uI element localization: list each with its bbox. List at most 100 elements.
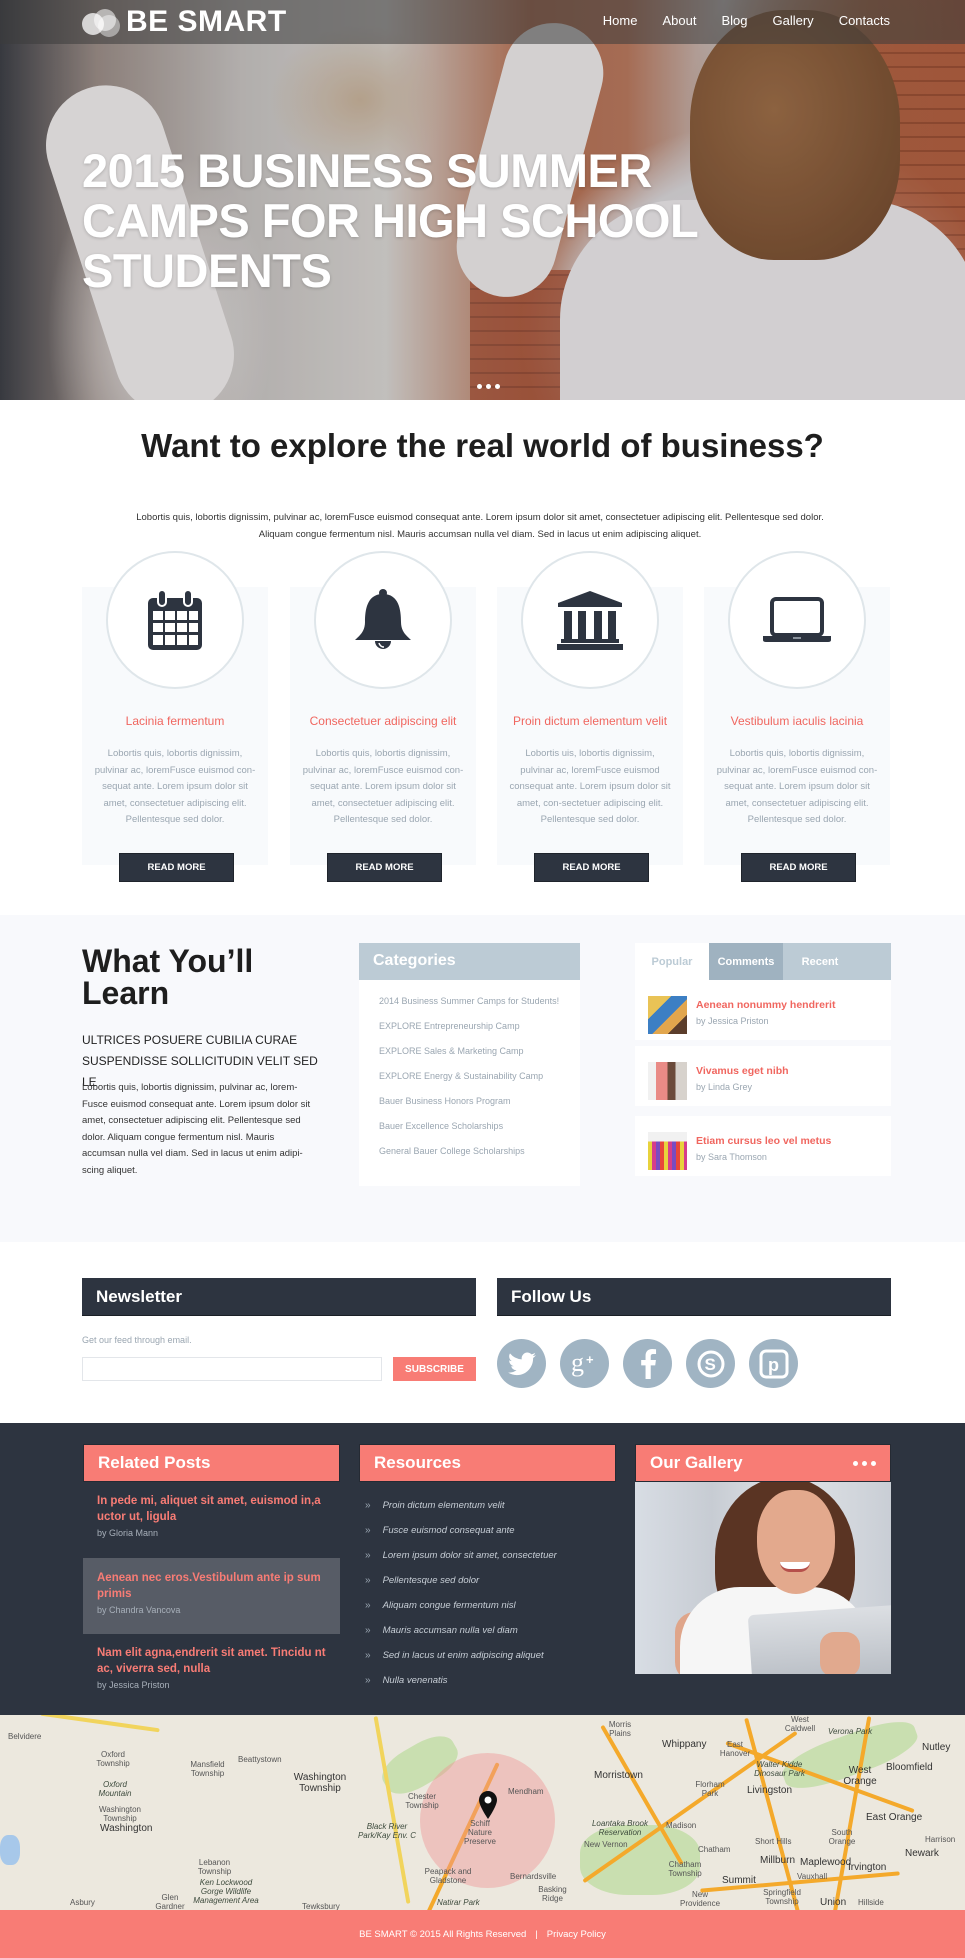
skype-link[interactable]: S	[686, 1339, 735, 1388]
feature-title: Lacinia fermentum	[125, 714, 225, 728]
categories-list: 2014 Business Summer Camps for Students!…	[359, 980, 580, 1171]
google-plus-link[interactable]: g +	[560, 1339, 609, 1388]
resource-link[interactable]: Proin dictum elementum velit	[383, 1500, 505, 1511]
related-post-title[interactable]: In pede mi, aliquet sit amet, euismod in…	[97, 1493, 326, 1525]
read-more-button[interactable]: READ MORE	[119, 853, 234, 882]
chevron-double-right-icon: »	[365, 1650, 371, 1661]
map-label: Black River Park/Kay Env. C	[357, 1822, 417, 1840]
map-label: Millburn	[760, 1855, 796, 1866]
map-label: East Hanover	[719, 1740, 751, 1758]
intro-title: Want to explore the real world of busine…	[141, 427, 824, 464]
map-label: Bernardsville	[510, 1872, 557, 1881]
map-label: Natirar Park	[437, 1898, 480, 1907]
list-item[interactable]: Aenean nonummy hendrerit by Jessica Pris…	[635, 980, 891, 1040]
map-pin-icon[interactable]	[479, 1791, 497, 1819]
post-title[interactable]: Aenean nonummy hendrerit	[696, 999, 835, 1011]
subscribe-button[interactable]: SUBSCRIBE	[393, 1357, 476, 1381]
map-label: Walter Kidde Dinosaur Park	[754, 1760, 805, 1778]
twitter-link[interactable]	[497, 1339, 546, 1388]
email-input[interactable]	[82, 1357, 382, 1381]
map-road	[40, 1715, 160, 1733]
map-label: Maplewood	[800, 1857, 852, 1868]
map-label: Bloomfield	[886, 1762, 933, 1773]
list-item[interactable]: Vivamus eget nibh by Linda Grey	[635, 1046, 891, 1106]
resource-link[interactable]: Mauris accumsan nulla vel diam	[383, 1625, 518, 1636]
slider-dot[interactable]	[495, 384, 500, 389]
map-label: Hillside	[858, 1898, 884, 1907]
post-thumbnail	[648, 996, 687, 1034]
resource-link[interactable]: Fusce euismod consequat ante	[383, 1525, 515, 1536]
read-more-button[interactable]: READ MORE	[741, 853, 856, 882]
gallery-dot[interactable]	[862, 1461, 867, 1466]
tab-comments[interactable]: Comments	[709, 943, 783, 980]
gallery-image[interactable]	[635, 1482, 891, 1674]
nav-home[interactable]: Home	[603, 13, 638, 28]
chevron-double-right-icon: »	[365, 1625, 371, 1636]
feature-title: Consectetuer adipiscing elit	[309, 714, 457, 728]
category-link[interactable]: Bauer Business Honors Program	[379, 1096, 511, 1106]
feature-text: Lobortis uis, lobortis dignissim, pulvin…	[509, 748, 671, 825]
resource-link[interactable]: Lorem ipsum dolor sit amet, consectetuer	[383, 1550, 557, 1561]
site-logo[interactable]: BE SMART	[82, 5, 287, 39]
category-link[interactable]: EXPLORE Sales & Marketing Camp	[379, 1046, 524, 1056]
chevron-double-right-icon: »	[365, 1600, 371, 1611]
related-post[interactable]: Nam elit agna,endrerit sit amet. Tincidu…	[83, 1645, 340, 1690]
gallery-dot[interactable]	[853, 1461, 858, 1466]
related-posts-title: Related Posts	[83, 1444, 340, 1482]
chevron-double-right-icon: »	[365, 1675, 371, 1686]
nav-about[interactable]: About	[662, 13, 696, 28]
category-link[interactable]: Bauer Excellence Scholarships	[379, 1121, 503, 1131]
map-label: Summit	[722, 1875, 756, 1886]
category-link[interactable]: 2014 Business Summer Camps for Students!	[379, 996, 559, 1006]
top-navbar: BE SMART Home About Blog Gallery Contact…	[0, 0, 965, 44]
resource-link[interactable]: Aliquam congue fermentum nisl	[383, 1600, 516, 1611]
feature-text: Lobortis quis, lobortis dignissim, pulvi…	[716, 748, 878, 825]
category-link[interactable]: EXPLORE Energy & Sustainability Camp	[379, 1071, 543, 1081]
resources-title: Resources	[359, 1444, 616, 1482]
read-more-button[interactable]: READ MORE	[534, 853, 649, 882]
map-label: West Orange	[843, 1765, 877, 1787]
post-title[interactable]: Vivamus eget nibh	[696, 1065, 789, 1077]
related-post[interactable]: Aenean nec eros.Vestibulum ante ip sum p…	[83, 1558, 340, 1634]
slider-dot[interactable]	[486, 384, 491, 389]
tab-recent[interactable]: Recent	[783, 943, 857, 980]
nav-contacts[interactable]: Contacts	[839, 13, 890, 28]
post-title[interactable]: Etiam cursus leo vel metus	[696, 1135, 831, 1147]
map-label: Morris Plains	[608, 1720, 632, 1738]
pinterest-link[interactable]: p	[749, 1339, 798, 1388]
resource-link[interactable]: Nulla venenatis	[383, 1675, 448, 1686]
category-link[interactable]: EXPLORE Entrepreneurship Camp	[379, 1021, 520, 1031]
privacy-policy-link[interactable]: Privacy Policy	[547, 1929, 606, 1940]
tab-popular[interactable]: Popular	[635, 943, 709, 980]
list-item[interactable]: Etiam cursus leo vel metus by Sara Thoms…	[635, 1116, 891, 1176]
svg-text:S: S	[704, 1355, 715, 1374]
location-map[interactable]: Schiff Nature Preserve Belvidere Oxford …	[0, 1715, 965, 1910]
related-post-title[interactable]: Nam elit agna,endrerit sit amet. Tincidu…	[97, 1645, 326, 1677]
chevron-double-right-icon: »	[365, 1525, 371, 1536]
map-label: Madison	[666, 1821, 697, 1830]
related-post-author: by Chandra Vancova	[97, 1605, 181, 1615]
map-label: Glen Gardner	[155, 1893, 185, 1910]
slider-dot[interactable]	[477, 384, 482, 389]
related-post[interactable]: In pede mi, aliquet sit amet, euismod in…	[83, 1493, 340, 1538]
map-label: Mendham	[508, 1787, 544, 1796]
resource-link[interactable]: Pellentesque sed dolor	[383, 1575, 480, 1586]
resources-list: » Proin dictum elementum velit » Fusce eui…	[365, 1500, 557, 1700]
copyright-text: BE SMART © 2015 All Rights Reserved	[359, 1928, 527, 1940]
related-post-title[interactable]: Aenean nec eros.Vestibulum ante ip sum p…	[97, 1570, 326, 1602]
map-label: Florham Park	[695, 1780, 725, 1798]
nav-gallery[interactable]: Gallery	[773, 13, 814, 28]
category-link[interactable]: General Bauer College Scholarships	[379, 1146, 525, 1156]
copyright-bar: BE SMART © 2015 All Rights Reserved | Pr…	[0, 1910, 965, 1958]
map-label: Chatham	[698, 1845, 731, 1854]
skype-icon: S	[697, 1350, 724, 1377]
hero-title: 2015 BUSINESS SUMMER CAMPS FOR HIGH SCHO…	[82, 144, 698, 297]
map-label: Peapack and Gladstone	[424, 1867, 472, 1885]
gallery-pagination	[853, 1461, 876, 1466]
resource-link[interactable]: Sed in lacus ut enim adipiscing aliquet	[383, 1650, 544, 1661]
read-more-button[interactable]: READ MORE	[327, 853, 442, 882]
nav-blog[interactable]: Blog	[721, 13, 747, 28]
feature-icon-circle	[728, 551, 866, 689]
facebook-link[interactable]	[623, 1339, 672, 1388]
gallery-dot[interactable]	[871, 1461, 876, 1466]
